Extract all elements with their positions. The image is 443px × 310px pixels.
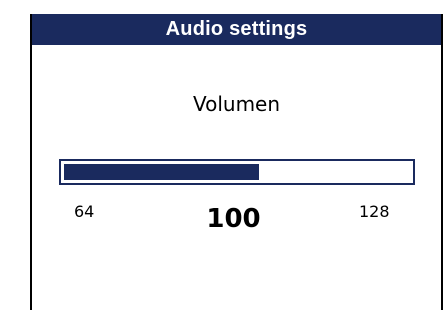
volume-max-value: 128 [359,202,390,221]
audio-settings-window: Audio settings Volumen 64 100 128 [30,14,443,310]
volume-slider[interactable] [59,159,415,185]
window-title: Audio settings [165,18,308,40]
volume-level-fill [64,164,259,180]
title-bar: Audio settings [32,14,441,45]
volume-label: Volumen [192,92,281,116]
